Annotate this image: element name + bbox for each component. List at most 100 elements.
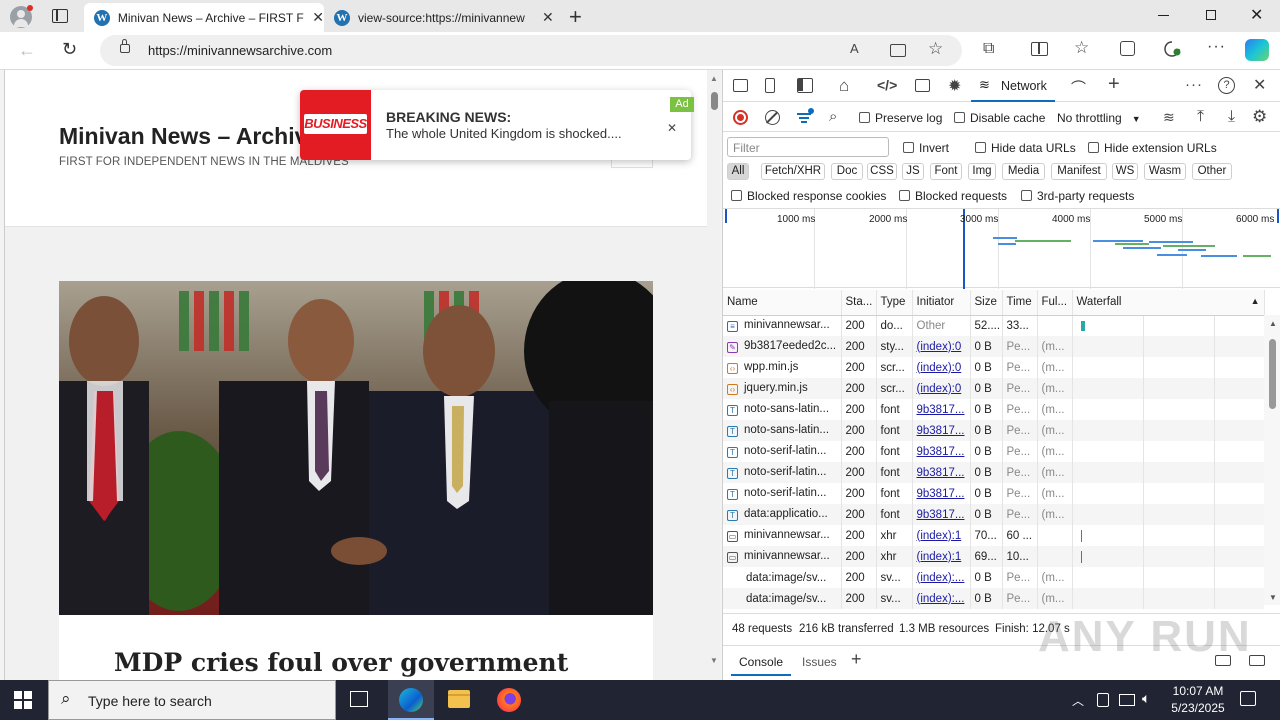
request-initiator[interactable]: (index):0 [912, 378, 971, 399]
type-filter-wasm[interactable]: Wasm [1144, 163, 1186, 180]
performance-icon[interactable]: ⌒ [1071, 77, 1086, 98]
type-filter-font[interactable]: Font [930, 163, 962, 180]
filter-icon[interactable] [797, 108, 814, 125]
extensions-icon[interactable]: ⧉ [983, 40, 994, 58]
request-row[interactable]: Tdata:applicatio... 200 font 9b3817... 0 B Pe… [723, 504, 1264, 525]
type-filter-img[interactable]: Img [968, 163, 996, 180]
type-filter-all[interactable]: All [727, 163, 749, 180]
request-initiator[interactable]: 9b3817... [912, 420, 971, 441]
column-header-time[interactable]: Time [1002, 290, 1038, 316]
profile-avatar[interactable] [10, 5, 33, 28]
request-initiator[interactable]: (index):... [912, 588, 971, 609]
more-menu-icon[interactable]: ··· [1207, 38, 1226, 56]
close-ad-icon[interactable]: ✕ [667, 121, 677, 135]
show-hidden-icons[interactable]: ︿ [1072, 692, 1084, 709]
network-settings-icon[interactable]: ⚙ [1252, 107, 1267, 127]
tab-view-source[interactable]: W view-source:https://minivannew ✕ [324, 3, 564, 32]
console-icon[interactable] [915, 79, 930, 92]
column-header-type[interactable]: Type [876, 290, 913, 316]
type-filter-doc[interactable]: Doc [831, 163, 863, 180]
request-initiator[interactable]: 9b3817... [912, 441, 971, 462]
request-initiator[interactable]: 9b3817... [912, 462, 971, 483]
type-filter-css[interactable]: CSS [867, 163, 897, 180]
copilot-icon[interactable] [1245, 39, 1269, 61]
network-conditions-icon[interactable]: ≋ [1163, 109, 1175, 126]
import-har-icon[interactable]: ⤒ [1197, 108, 1204, 126]
volume-icon[interactable]: 🔈︎ [1142, 690, 1150, 707]
tab-actions-icon[interactable] [52, 9, 68, 23]
clock-date[interactable]: 5/23/2025 [1164, 701, 1232, 715]
hide-extension-urls-checkbox[interactable]: Hide extension URLs [1088, 141, 1217, 155]
split-screen-icon[interactable] [1031, 42, 1048, 56]
request-initiator[interactable]: 9b3817... [912, 483, 971, 504]
close-devtools-icon[interactable]: ✕ [1253, 75, 1266, 95]
type-filter-manifest[interactable]: Manifest [1051, 163, 1107, 180]
request-initiator[interactable]: (index):1 [912, 546, 971, 567]
firefox-icon[interactable] [497, 688, 521, 712]
article-headline[interactable]: MDP cries foul over government [114, 648, 568, 677]
throttling-select[interactable]: No throttling ▼ [1057, 111, 1141, 125]
elements-icon[interactable]: </> [877, 77, 897, 93]
request-initiator[interactable]: 9b3817... [912, 399, 971, 420]
task-view-icon[interactable] [350, 691, 368, 707]
network-overview-timeline[interactable]: 1000 ms 2000 ms 3000 ms 4000 ms 5000 ms … [723, 208, 1280, 289]
tab-minivan-news[interactable]: W Minivan News – Archive – FIRST F ✕ [84, 3, 324, 32]
type-filter-js[interactable]: JS [902, 163, 924, 180]
column-header-name[interactable]: Name [723, 290, 842, 316]
customize-menu-icon[interactable]: ··· [1185, 76, 1203, 93]
request-row[interactable]: ▭ minivannewsar... 200 xhr (index):1 69... 10.… [723, 546, 1264, 567]
close-window-button[interactable]: ✕ [1250, 5, 1263, 25]
search-icon[interactable]: ⌕ [829, 108, 837, 125]
close-tab-icon[interactable]: ✕ [312, 9, 324, 26]
filter-input[interactable]: Filter [727, 137, 889, 157]
immersive-reader-icon[interactable] [890, 44, 906, 57]
taskbar-edge-app[interactable] [388, 680, 434, 720]
device-emulation-icon[interactable] [765, 78, 775, 93]
address-bar[interactable]: https://minivannewsarchive.com A ☆ [100, 35, 962, 66]
type-filter-media[interactable]: Media [1002, 163, 1045, 180]
breaking-news-ad-popup[interactable]: BUSINESS BREAKING NEWS: The whole United… [300, 90, 694, 160]
read-aloud-icon[interactable]: A [850, 41, 859, 56]
column-header-waterfall[interactable]: Waterfall ▲ [1072, 290, 1265, 316]
third-party-requests-checkbox[interactable]: 3rd-party requests [1021, 189, 1134, 203]
site-title[interactable]: Minivan News – Archiv [59, 123, 307, 150]
request-row[interactable]: ▭ minivannewsar... 200 xhr (index):1 70... 60 … [723, 525, 1264, 546]
drawer-tab-console[interactable]: Console [731, 646, 791, 676]
request-row[interactable]: Tnoto-serif-latin... 200 font 9b3817... 0 BP… [723, 483, 1264, 504]
taskbar-search-box[interactable]: ⌕ Type here to search [48, 680, 336, 720]
notifications-icon[interactable] [1240, 691, 1256, 706]
request-initiator[interactable]: 9b3817... [912, 504, 971, 525]
more-tools-icon[interactable]: + [1108, 73, 1120, 96]
table-scrollbar[interactable]: ▲ ▼ [1264, 315, 1280, 605]
request-row[interactable]: ✎ 9b3817eeded2c... 200 sty... (index):0 0 B Pe… [723, 336, 1264, 357]
file-explorer-icon[interactable] [448, 690, 470, 708]
add-drawer-tab-icon[interactable]: + [851, 649, 862, 670]
inspect-element-icon[interactable] [733, 79, 748, 92]
request-row[interactable]: ≡ minivannewsar... 200 do... Other 52.... 33..… [723, 315, 1264, 336]
welcome-home-icon[interactable]: ⌂ [839, 76, 849, 96]
article-featured-image[interactable] [59, 281, 653, 615]
battery-icon[interactable] [1097, 693, 1109, 707]
network-icon[interactable] [1119, 694, 1135, 706]
request-row[interactable]: data:image/sv... 200 sv... (index):... 0 B Pe… [723, 588, 1264, 609]
request-row[interactable]: Tnoto-serif-latin... 200 font 9b3817... 0 BP… [723, 441, 1264, 462]
collections-icon[interactable] [1120, 41, 1135, 56]
disable-cache-checkbox[interactable]: Disable cache [954, 111, 1045, 125]
column-header-size[interactable]: Size [970, 290, 1003, 316]
column-header-initiator[interactable]: Initiator [912, 290, 971, 316]
refresh-button[interactable]: ↻ [62, 39, 77, 60]
windows-start-icon[interactable] [14, 691, 32, 709]
blocked-requests-checkbox[interactable]: Blocked requests [899, 189, 1007, 203]
close-tab-icon[interactable]: ✕ [542, 9, 554, 26]
blocked-response-cookies-checkbox[interactable]: Blocked response cookies [731, 189, 886, 203]
request-initiator[interactable]: Other [912, 315, 971, 336]
hide-data-urls-checkbox[interactable]: Hide data URLs [975, 141, 1076, 155]
preserve-log-checkbox[interactable]: Preserve log [859, 111, 942, 125]
back-button[interactable]: ← [18, 40, 36, 61]
request-initiator[interactable]: (index):0 [912, 336, 971, 357]
type-filter-fetch-xhr[interactable]: Fetch/XHR [761, 163, 825, 180]
request-row[interactable]: Tnoto-sans-latin... 200 font 9b3817... 0 B Pe… [723, 420, 1264, 441]
lock-icon[interactable] [120, 39, 130, 53]
dock-side-icon[interactable] [797, 78, 813, 93]
tab-network[interactable]: ≋ Network [971, 70, 1055, 102]
